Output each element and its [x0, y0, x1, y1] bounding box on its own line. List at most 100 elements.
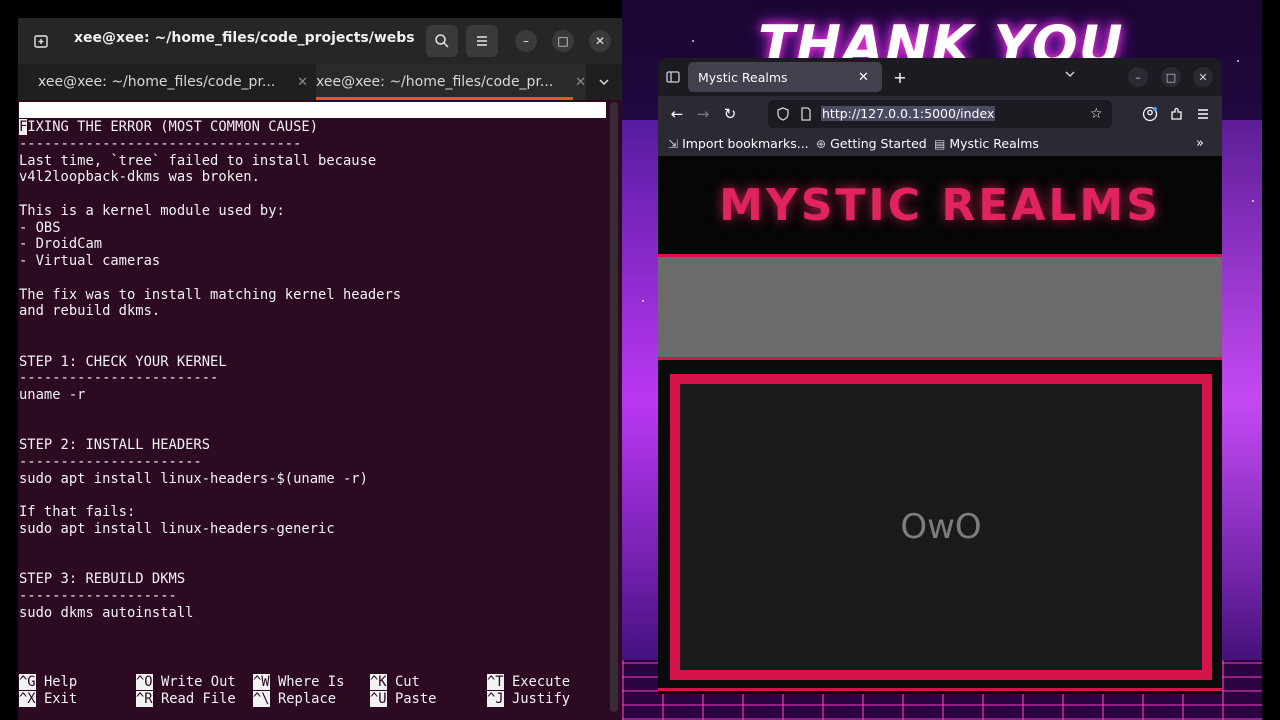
- shortcut-key: ^X: [19, 691, 36, 707]
- right-letterbox: [1262, 0, 1280, 720]
- site-banner: [658, 254, 1222, 360]
- text-line: [19, 488, 607, 505]
- maximize-icon: □: [557, 34, 569, 48]
- text-line: [19, 555, 607, 572]
- url-bar[interactable]: http://127.0.0.1:5000/index ☆: [768, 100, 1112, 128]
- bookmark-getting-started[interactable]: ⊕ Getting Started: [816, 136, 927, 151]
- terminal-scrollbar[interactable]: [610, 102, 618, 712]
- text-line: [19, 270, 607, 287]
- text-line: - OBS: [19, 219, 61, 236]
- page-bottom-border: [658, 688, 1222, 691]
- terminal-window: xee@xee: ~/home_files/code_projects/webs…: [18, 18, 622, 720]
- shortcut-label: Where Is: [277, 674, 345, 690]
- bookmark-label: Getting Started: [830, 136, 927, 151]
- bookmarks-toolbar: ⇲ Import bookmarks... ⊕ Getting Started ▤ M…: [658, 132, 1222, 156]
- shortcut-label: Read File: [160, 691, 236, 707]
- browser-navbar: ← → ↻ http://127.0.0.1:5000/index ☆: [658, 96, 1222, 132]
- shortcut-item[interactable]: ^K Cut: [370, 674, 420, 691]
- browser-tab-mystic-realms[interactable]: Mystic Realms ✕: [688, 62, 882, 92]
- new-tab-button[interactable]: [26, 26, 56, 56]
- bookmark-label: Import bookmarks...: [682, 136, 809, 151]
- browser-window: Mystic Realms ✕ + – □ ✕ ← → ↻ http://127…: [658, 58, 1222, 694]
- account-icon[interactable]: [1140, 104, 1160, 124]
- wallpaper-glow-left: [622, 120, 662, 680]
- minimize-icon: –: [523, 34, 529, 48]
- terminal-close-button[interactable]: ✕: [589, 30, 611, 52]
- shortcut-item[interactable]: ^W Where Is: [253, 674, 344, 691]
- shortcut-row: ^X Exit ^R Read File ^\ Replace ^U Paste ^J …: [19, 691, 607, 708]
- shortcut-label: Cut: [394, 674, 420, 690]
- reload-icon[interactable]: ↻: [720, 104, 740, 124]
- text-line: uname -r: [19, 387, 86, 403]
- shortcut-item[interactable]: ^R Read File: [136, 691, 236, 708]
- text-line: [19, 320, 607, 337]
- terminal-tab-label: xee@xee: ~/home_files/code_pr...: [316, 74, 554, 90]
- card-text: OwO: [900, 507, 982, 547]
- new-tab-icon: [34, 35, 48, 48]
- nano-text-area[interactable]: FIXING THE ERROR (MOST COMMON CAUSE) ---…: [19, 119, 607, 622]
- tracking-shield-icon[interactable]: [776, 107, 790, 121]
- left-letterbox: [0, 0, 18, 720]
- list-all-tabs-icon[interactable]: [1064, 68, 1076, 83]
- page-info-icon[interactable]: [800, 107, 812, 121]
- content-card-inner: OwO: [680, 384, 1202, 670]
- shortcut-label: Replace: [277, 691, 337, 707]
- shortcut-key: ^W: [253, 674, 270, 690]
- tab-list-button[interactable]: [594, 72, 614, 92]
- bookmark-label: Mystic Realms: [949, 136, 1039, 151]
- close-tab-icon[interactable]: ✕: [858, 70, 869, 85]
- text-line: ------------------------: [19, 370, 219, 387]
- shortcut-label: Exit: [43, 691, 78, 707]
- site-header: MYSTIC REALMS: [658, 156, 1222, 254]
- terminal-tab-1[interactable]: xee@xee: ~/home_files/code_pr... ✕: [38, 64, 308, 100]
- text-line: sudo apt install linux-headers-$(uname -…: [19, 470, 368, 487]
- terminal-search-button[interactable]: [426, 25, 458, 57]
- shortcut-key: ^R: [136, 691, 153, 707]
- shortcut-item[interactable]: ^T Execute: [487, 674, 570, 691]
- maximize-icon: □: [1165, 70, 1177, 84]
- bookmark-star-icon[interactable]: ☆: [1090, 106, 1103, 122]
- text-line: sudo apt install linux-headers-generic: [19, 521, 335, 537]
- text-line: - DroidCam: [19, 236, 103, 253]
- web-page: MYSTIC REALMS OwO: [658, 156, 1222, 694]
- extensions-puzzle-icon[interactable]: [1167, 104, 1187, 124]
- shortcut-key: ^G: [19, 674, 36, 690]
- nano-editor[interactable]: GNU nano 6.2 modifictions.txt * FIXING T…: [18, 102, 608, 720]
- text-line: Last time, `tree` failed to install beca…: [19, 152, 377, 169]
- sidebar-toggle-icon[interactable]: [664, 68, 682, 86]
- chevron-down-icon: [599, 79, 609, 86]
- text-line: STEP 1: CHECK YOUR KERNEL: [19, 353, 227, 370]
- browser-close-button[interactable]: ✕: [1193, 67, 1213, 87]
- terminal-maximize-button[interactable]: □: [552, 30, 574, 52]
- text-line-content: IXING THE ERROR (MOST COMMON CAUSE): [27, 119, 319, 135]
- shortcut-item[interactable]: ^\ Replace: [253, 691, 336, 708]
- forward-arrow-icon[interactable]: →: [693, 104, 713, 124]
- url-text[interactable]: http://127.0.0.1:5000/index: [821, 106, 996, 121]
- close-tab-icon[interactable]: ✕: [297, 75, 308, 90]
- terminal-menu-button[interactable]: [466, 25, 498, 57]
- new-tab-plus-icon[interactable]: +: [890, 67, 910, 87]
- shortcut-item[interactable]: ^O Write Out: [136, 674, 236, 691]
- shortcut-item[interactable]: ^J Justify: [487, 691, 570, 708]
- terminal-minimize-button[interactable]: –: [515, 30, 537, 52]
- search-icon: [435, 34, 449, 48]
- chevron-more-icon[interactable]: »: [1196, 136, 1204, 151]
- browser-minimize-button[interactable]: –: [1128, 67, 1148, 87]
- shortcut-item[interactable]: ^X Exit: [19, 691, 77, 708]
- close-tab-icon[interactable]: ✕: [575, 75, 586, 90]
- shortcut-item[interactable]: ^G Help: [19, 674, 77, 691]
- bookmark-mystic-realms[interactable]: ▤ Mystic Realms: [934, 136, 1039, 151]
- app-menu-icon[interactable]: [1193, 104, 1213, 124]
- back-arrow-icon[interactable]: ←: [667, 104, 687, 124]
- close-icon: ✕: [1198, 70, 1208, 84]
- bookmark-import[interactable]: ⇲ Import bookmarks...: [668, 136, 809, 151]
- terminal-tab-label: xee@xee: ~/home_files/code_pr...: [38, 74, 276, 90]
- shortcut-key: ^T: [487, 674, 504, 690]
- text-line: This is a kernel module used by:: [19, 202, 285, 219]
- shortcut-item[interactable]: ^U Paste: [370, 691, 436, 708]
- browser-maximize-button[interactable]: □: [1161, 67, 1181, 87]
- text-line: If that fails:: [19, 504, 136, 521]
- terminal-tab-2[interactable]: xee@xee: ~/home_files/code_pr... ✕: [316, 64, 586, 100]
- terminal-window-title: xee@xee: ~/home_files/code_projects/webs…: [74, 30, 414, 46]
- active-tab-indicator: [316, 97, 573, 100]
